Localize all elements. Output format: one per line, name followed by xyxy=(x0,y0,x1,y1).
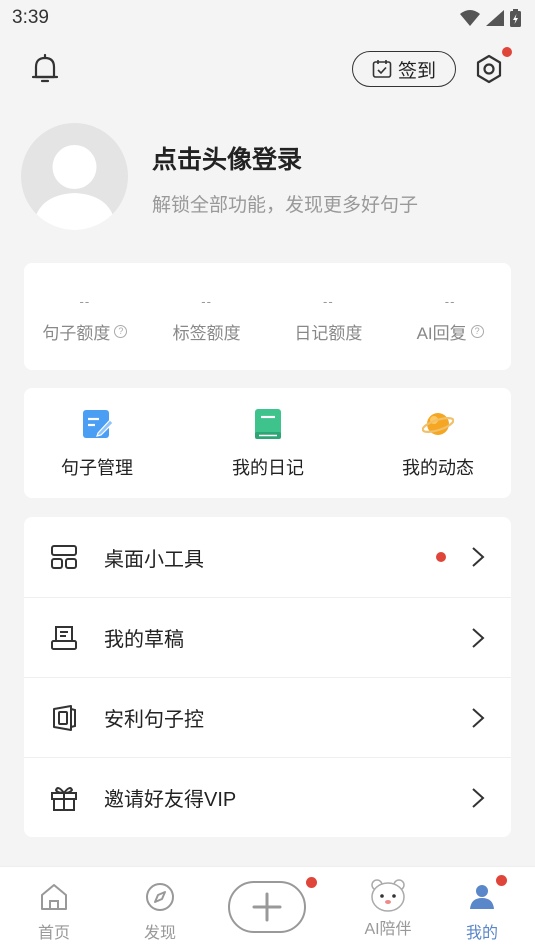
plus-icon xyxy=(252,892,282,922)
shortcut-sentence-manage[interactable]: 句子管理 xyxy=(42,388,152,498)
ai-bear-icon xyxy=(371,879,405,912)
tab-label: 首页 xyxy=(37,925,70,942)
diary-book-icon xyxy=(255,409,281,439)
chevron-right-icon xyxy=(472,627,485,648)
home-icon xyxy=(41,884,67,910)
status-icons xyxy=(460,9,521,27)
wifi-icon xyxy=(460,10,480,26)
profile-section: 点击头像登录 解锁全部功能，发现更多好句子 xyxy=(0,120,535,235)
quota-value: -- xyxy=(444,293,456,309)
menu-card: 桌面小工具 我的草稿 安利句子控 邀请好友得VIP xyxy=(24,517,511,837)
calendar-check-icon xyxy=(372,60,392,78)
new-badge xyxy=(436,552,446,562)
shortcut-label: 我的动态 xyxy=(402,458,474,478)
login-subtitle: 解锁全部功能，发现更多好句子 xyxy=(152,195,419,216)
menu-item-label: 我的草稿 xyxy=(104,629,184,651)
add-post-badge xyxy=(306,877,317,888)
quota-ai-reply[interactable]: -- AI回复? xyxy=(389,263,511,370)
signal-icon xyxy=(486,10,504,26)
tab-discover[interactable]: 发现 xyxy=(120,867,200,951)
quota-sentence[interactable]: -- 句子额度? xyxy=(24,263,146,370)
menu-item-label: 桌面小工具 xyxy=(104,548,204,571)
default-avatar-icon xyxy=(33,145,116,230)
shortcut-label: 我的日记 xyxy=(232,458,304,478)
shortcuts-card: 句子管理 我的日记 我的动态 xyxy=(24,388,511,498)
edit-note-icon xyxy=(83,410,113,438)
widget-grid-icon xyxy=(51,545,77,569)
bottom-tab-bar: 首页 发现 AI陪伴 我的 xyxy=(0,866,535,951)
quota-value: -- xyxy=(323,293,334,309)
checkin-button[interactable]: 签到 xyxy=(352,51,456,87)
tab-ai-companion[interactable]: AI陪伴 xyxy=(348,867,428,951)
tab-mine[interactable]: 我的 xyxy=(442,867,522,951)
quota-label: AI回复 xyxy=(416,323,467,343)
menu-item-recommend-app[interactable]: 安利句子控 xyxy=(24,677,511,757)
planet-icon xyxy=(422,413,454,435)
menu-item-my-drafts[interactable]: 我的草稿 xyxy=(24,597,511,677)
menu-item-label: 邀请好友得VIP xyxy=(104,789,237,811)
tab-label: AI陪伴 xyxy=(364,921,412,938)
status-bar: 3:39 xyxy=(0,0,535,36)
settings-badge xyxy=(502,47,512,57)
checkin-label: 签到 xyxy=(397,60,436,82)
share-app-icon xyxy=(53,704,76,731)
quota-diary[interactable]: -- 日记额度 xyxy=(268,263,390,370)
quota-value: -- xyxy=(79,293,91,309)
shortcut-label: 句子管理 xyxy=(61,458,133,478)
compass-icon xyxy=(146,883,174,911)
avatar[interactable] xyxy=(21,123,128,230)
quota-value: -- xyxy=(201,293,212,309)
mine-badge xyxy=(496,875,507,886)
gift-icon xyxy=(51,786,77,811)
shortcut-my-diary[interactable]: 我的日记 xyxy=(213,388,323,498)
battery-icon xyxy=(510,9,521,27)
menu-item-invite-friends[interactable]: 邀请好友得VIP xyxy=(24,757,511,837)
quota-label: 标签额度 xyxy=(172,323,241,343)
quota-tag[interactable]: -- 标签额度 xyxy=(146,263,268,370)
settings-icon[interactable] xyxy=(472,52,506,86)
quota-label: 日记额度 xyxy=(294,323,363,343)
help-icon[interactable]: ? xyxy=(114,324,128,338)
tab-label: 发现 xyxy=(143,925,176,942)
shortcut-my-feed[interactable]: 我的动态 xyxy=(383,388,493,498)
tab-label: 我的 xyxy=(465,925,498,942)
quota-label: 句子额度 xyxy=(42,323,111,343)
profile-icon xyxy=(470,885,494,909)
chevron-right-icon xyxy=(472,547,485,567)
top-bar: 签到 xyxy=(0,44,535,94)
status-time: 3:39 xyxy=(12,7,49,28)
chevron-right-icon xyxy=(472,787,485,808)
tab-home[interactable]: 首页 xyxy=(14,867,94,951)
menu-item-desktop-widgets[interactable]: 桌面小工具 xyxy=(24,517,511,597)
add-post-button[interactable] xyxy=(228,881,306,933)
draft-icon xyxy=(51,625,77,650)
login-prompt[interactable]: 点击头像登录 xyxy=(152,140,302,176)
help-icon[interactable]: ? xyxy=(470,324,484,338)
chevron-right-icon xyxy=(472,707,485,728)
menu-item-label: 安利句子控 xyxy=(104,709,204,731)
quota-card: -- 句子额度? -- 标签额度 -- 日记额度 -- AI回复? xyxy=(24,263,511,370)
bell-icon[interactable] xyxy=(28,52,62,86)
